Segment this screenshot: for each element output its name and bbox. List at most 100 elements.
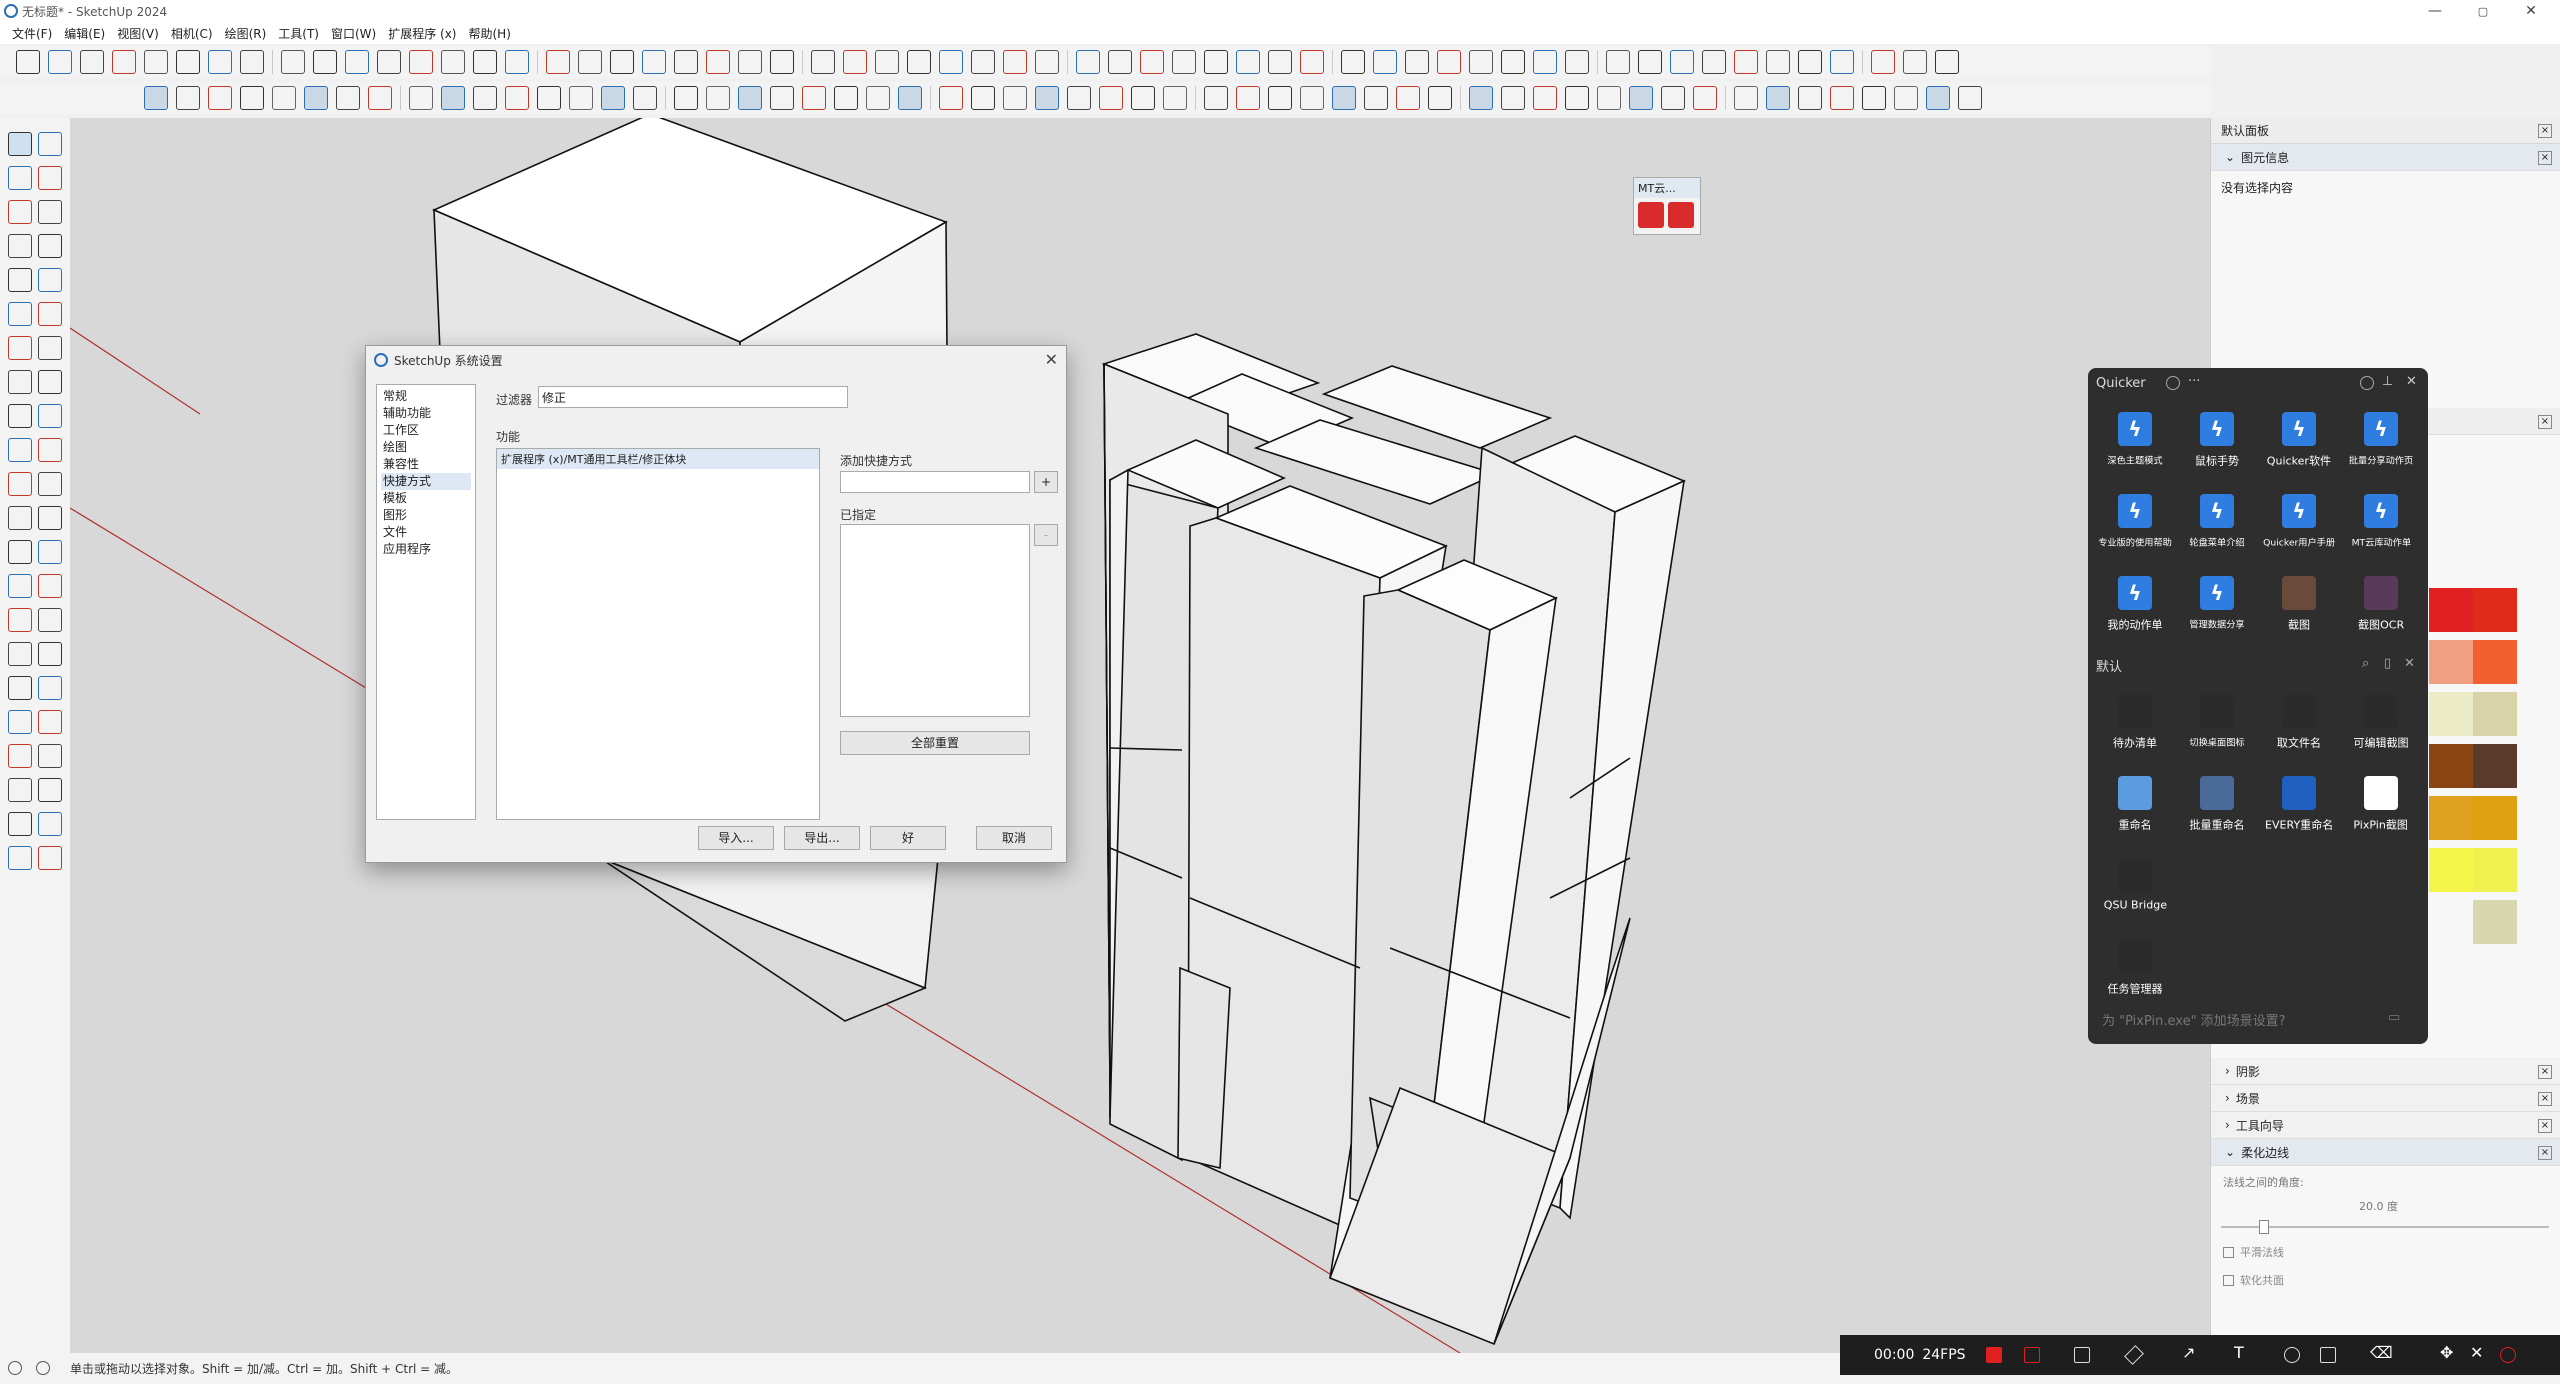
left-tool-icon[interactable] [38,132,62,156]
toolbar-tool-icon[interactable] [939,50,963,74]
toolbar-tool-icon[interactable] [1606,50,1630,74]
material-swatch[interactable] [2429,848,2473,892]
geolocation-icon[interactable] [8,1361,22,1375]
left-tool-icon[interactable] [8,846,32,870]
toolbar-tool-icon[interactable] [1268,50,1292,74]
left-tool-icon[interactable] [8,642,32,666]
mt-puzzle-icon[interactable] [1638,202,1664,228]
left-tool-icon[interactable] [38,234,62,258]
menu-extensions[interactable]: 扩展程序 (x) [382,25,462,42]
category-applications[interactable]: 应用程序 [381,541,471,558]
toolbar-tool-icon[interactable] [971,50,995,74]
quicker-action[interactable]: 重命名 [2094,770,2176,852]
toolbar-tool-icon[interactable] [505,86,529,110]
close-window-button[interactable]: ✕ [2508,0,2554,22]
left-tool-icon[interactable] [38,404,62,428]
left-tool-icon[interactable] [8,302,32,326]
function-item[interactable]: 扩展程序 (x)/MT通用工具栏/修正体块 [497,449,819,469]
toolbar-tool-icon[interactable] [409,50,433,74]
left-tool-icon[interactable] [8,404,32,428]
toolbar-tool-icon[interactable] [505,50,529,74]
toolbar-tool-icon[interactable] [1131,86,1155,110]
toolbar-tool-icon[interactable] [834,86,858,110]
toolbar-tool-icon[interactable] [1533,86,1557,110]
toolbar-tool-icon[interactable] [1332,86,1356,110]
left-tool-icon[interactable] [8,166,32,190]
tools-icon[interactable]: ✕ [2404,656,2415,671]
quicker-action[interactable]: 取文件名 [2258,688,2340,770]
stop-record-icon[interactable] [1986,1347,2002,1363]
menu-view[interactable]: 视图(V) [111,25,165,42]
toolbar-tool-icon[interactable] [1469,86,1493,110]
gear-icon[interactable] [2166,376,2180,390]
toolbar-tool-icon[interactable] [1428,86,1452,110]
toolbar-tool-icon[interactable] [240,86,264,110]
toolbar-tool-icon[interactable] [1693,86,1717,110]
left-tool-icon[interactable] [8,472,32,496]
left-tool-icon[interactable] [38,336,62,360]
quicker-action[interactable]: 可编辑截图 [2340,688,2422,770]
left-tool-icon[interactable] [8,574,32,598]
dialog-close-icon[interactable]: ✕ [1045,350,1058,369]
entity-info-close-icon[interactable]: × [2538,151,2552,165]
info-icon[interactable] [36,1361,50,1375]
toolbar-tool-icon[interactable] [1437,50,1461,74]
refresh-icon[interactable] [2500,1347,2516,1363]
toolbar-tool-icon[interactable] [304,86,328,110]
quicker-action[interactable]: ϟ 我的动作单 [2094,570,2176,652]
left-tool-icon[interactable] [38,370,62,394]
toolbar-tool-icon[interactable] [16,50,40,74]
quicker-action[interactable]: ϟ Quicker用户手册 [2258,488,2340,570]
toolbar-tool-icon[interactable] [1396,86,1420,110]
materials-close-icon[interactable]: × [2538,415,2552,429]
section-scenes[interactable]: › 场景 × [2211,1085,2560,1112]
quicker-action[interactable]: 待办清单 [2094,688,2176,770]
toolbar-tool-icon[interactable] [674,86,698,110]
toolbar-tool-icon[interactable] [610,50,634,74]
toolbar-tool-icon[interactable] [642,50,666,74]
toolbar-tool-icon[interactable] [770,50,794,74]
minimize-button[interactable]: — [2412,0,2458,22]
toolbar-tool-icon[interactable] [1341,50,1365,74]
left-tool-icon[interactable] [38,506,62,530]
toolbar-tool-icon[interactable] [1364,86,1388,110]
left-tool-icon[interactable] [8,200,32,224]
left-tool-icon[interactable] [8,438,32,462]
toolbar-tool-icon[interactable] [1163,86,1187,110]
toolbar-tool-icon[interactable] [939,86,963,110]
quicker-action[interactable]: ϟ 专业版的使用帮助 [2094,488,2176,570]
left-tool-icon[interactable] [38,302,62,326]
quicker-action[interactable]: 任务管理器 [2094,934,2176,1016]
toolbar-tool-icon[interactable] [1300,86,1324,110]
toolbar-tool-icon[interactable] [176,86,200,110]
toolbar-tool-icon[interactable] [907,50,931,74]
left-tool-icon[interactable] [38,574,62,598]
eraser-icon[interactable]: ⌫ [2370,1343,2393,1362]
toolbar-tool-icon[interactable] [706,50,730,74]
toolbar-tool-icon[interactable] [1236,86,1260,110]
material-swatch[interactable] [2473,744,2517,788]
left-tool-icon[interactable] [38,778,62,802]
toolbar-tool-icon[interactable] [601,86,625,110]
quicker-action[interactable]: 切换桌面图标 [2176,688,2258,770]
section-soften-edges[interactable]: ⌄ 柔化边线 × [2211,1139,2560,1166]
toolbar-tool-icon[interactable] [1003,86,1027,110]
toolbar-tool-icon[interactable] [1958,86,1982,110]
toolbar-tool-icon[interactable] [1204,50,1228,74]
category-drawing[interactable]: 绘图 [381,439,471,456]
remove-shortcut-button[interactable]: - [1034,524,1058,546]
category-graphics[interactable]: 图形 [381,507,471,524]
toolbar-tool-icon[interactable] [1830,86,1854,110]
material-swatch[interactable] [2473,692,2517,736]
toolbar-tool-icon[interactable] [546,50,570,74]
category-shortcuts[interactable]: 快捷方式 [381,473,471,490]
toolbar-tool-icon[interactable] [473,50,497,74]
toolbar-tool-icon[interactable] [1766,50,1790,74]
toolbar-tool-icon[interactable] [738,86,762,110]
pen-tool-icon[interactable] [2124,1345,2144,1365]
left-tool-icon[interactable] [8,778,32,802]
toolbar-tool-icon[interactable] [368,86,392,110]
left-tool-icon[interactable] [38,200,62,224]
material-swatch[interactable] [2429,692,2473,736]
left-tool-icon[interactable] [38,710,62,734]
